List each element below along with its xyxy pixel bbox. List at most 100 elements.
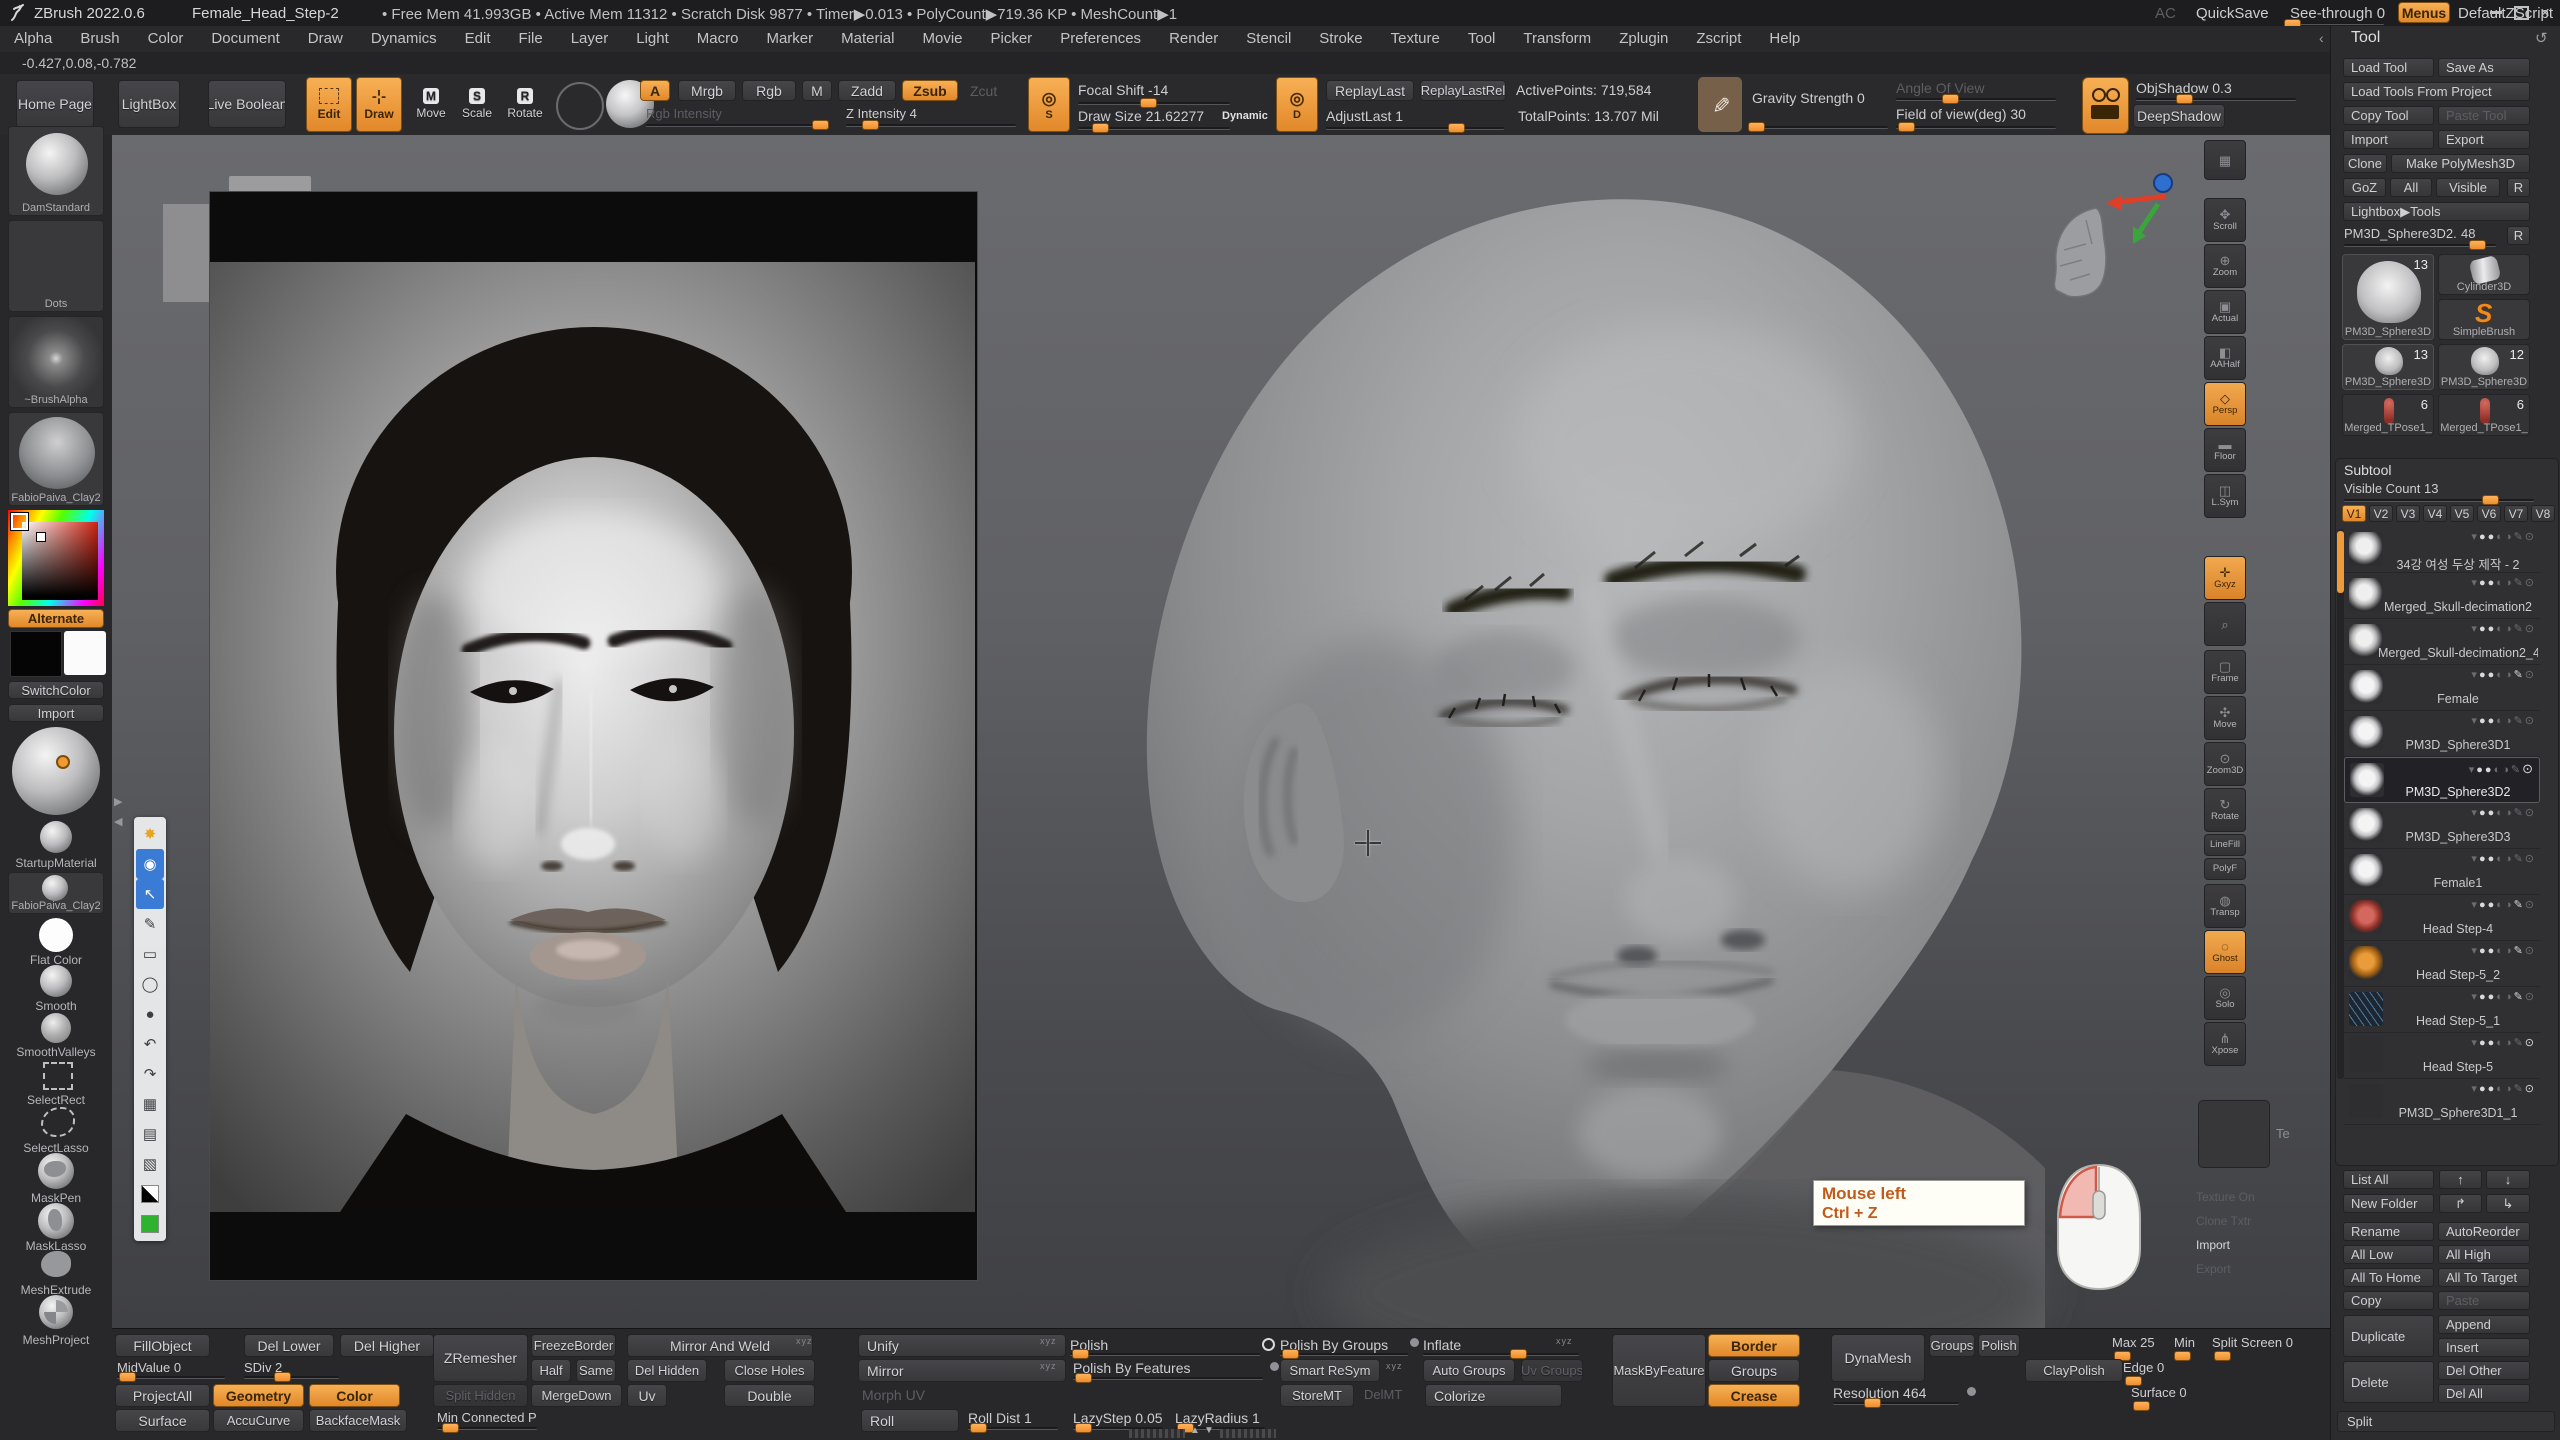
- adjust-last-track[interactable]: [1326, 127, 1504, 129]
- trash-icon[interactable]: ▦: [136, 1089, 164, 1119]
- zadd-button[interactable]: Zadd: [838, 80, 896, 101]
- dynamic-toggle[interactable]: Dynamic: [1222, 110, 1268, 122]
- lightbox-button[interactable]: LightBox: [118, 80, 180, 128]
- polish-track[interactable]: [1070, 1353, 1260, 1355]
- main-color-swatch[interactable]: [10, 631, 62, 677]
- folder-in-button[interactable]: ↳: [2486, 1194, 2530, 1213]
- menu-transform[interactable]: Transform: [1509, 26, 1605, 52]
- smart-resym-xyz[interactable]: xyz: [1386, 1361, 1403, 1371]
- rgb-intensity-handle[interactable]: [812, 120, 829, 130]
- color-picker-inner-handle[interactable]: [36, 532, 46, 542]
- mirror-button[interactable]: Mirror: [858, 1359, 1066, 1382]
- load-tool-button[interactable]: Load Tool: [2343, 58, 2434, 77]
- angle-of-view-handle[interactable]: [1942, 94, 1959, 104]
- subtool-scrollbar[interactable]: [2337, 529, 2344, 1079]
- mesh-project-brush[interactable]: [39, 1295, 73, 1329]
- all-to-home-button[interactable]: All To Home: [2343, 1268, 2434, 1287]
- copy-tool-button[interactable]: Copy Tool: [2343, 106, 2434, 125]
- secondary-color-swatch[interactable]: [64, 631, 106, 675]
- undo-icon[interactable]: ↶: [136, 1029, 164, 1059]
- goz-r-button[interactable]: R: [2507, 178, 2530, 197]
- mask-pen-brush[interactable]: [38, 1153, 74, 1189]
- pen-icon[interactable]: ✎: [136, 909, 164, 939]
- live-boolean-button[interactable]: Live Boolean: [208, 80, 286, 128]
- lightbox-tools-button[interactable]: Lightbox▶Tools: [2343, 202, 2530, 221]
- polish-by-features-toggle[interactable]: [1270, 1362, 1279, 1371]
- shelf-frame-button[interactable]: ▢Frame: [2204, 650, 2246, 694]
- gravity-pencil-icon[interactable]: ✎: [1698, 77, 1742, 132]
- panel-collapse-icon[interactable]: ‹: [2319, 30, 2324, 46]
- polish-by-features-handle[interactable]: [1075, 1373, 1092, 1383]
- import-button[interactable]: Import: [2343, 130, 2434, 149]
- move-button[interactable]: M Move: [410, 78, 452, 130]
- material2-slot[interactable]: FabioPaiva_Clay2: [8, 872, 104, 914]
- see-through-slider[interactable]: See-through 0: [2290, 5, 2385, 22]
- resolution-toggle[interactable]: [1967, 1387, 1976, 1396]
- texture-on-label[interactable]: Texture On: [2196, 1190, 2255, 1204]
- mask-lasso-brush[interactable]: [38, 1203, 74, 1239]
- texture-export-label[interactable]: Export: [2196, 1262, 2231, 1276]
- panel-reload-icon[interactable]: ↺: [2535, 29, 2548, 47]
- polish-by-features-track[interactable]: [1073, 1377, 1263, 1379]
- mask-by-feature-button[interactable]: MaskByFeature: [1612, 1334, 1706, 1407]
- startup-material-sphere[interactable]: [40, 821, 72, 853]
- groups-mask-button[interactable]: Groups: [1708, 1359, 1800, 1382]
- notes-icon[interactable]: ▧: [136, 1149, 164, 1179]
- uv-button[interactable]: Uv: [627, 1384, 667, 1407]
- unify-xyz[interactable]: xyz: [1040, 1336, 1057, 1346]
- menu-color[interactable]: Color: [134, 26, 198, 52]
- brush-slot[interactable]: DamStandard: [8, 126, 104, 216]
- subtool-item[interactable]: ▾●●◐◑✎⊙PM3D_Sphere3D3: [2344, 803, 2540, 849]
- texture-thumb-slot[interactable]: FabioPaiva_Clay2: [8, 412, 104, 506]
- backface-mask-button[interactable]: BackfaceMask: [309, 1409, 407, 1432]
- subtool-tab-v2[interactable]: V2: [2369, 505, 2393, 522]
- unify-button[interactable]: Unify: [858, 1334, 1066, 1357]
- half-button[interactable]: Half: [531, 1359, 571, 1382]
- replay-last-button[interactable]: ReplayLast: [1326, 80, 1414, 101]
- shelf-aahalf-button[interactable]: ◧AAHalf: [2204, 336, 2246, 380]
- angle-of-view-track[interactable]: [1896, 98, 2056, 100]
- resolution-handle[interactable]: [1864, 1398, 1881, 1408]
- visible-count-track[interactable]: [2344, 499, 2534, 501]
- subtool-tab-v4[interactable]: V4: [2423, 505, 2447, 522]
- rotate-button[interactable]: R Rotate: [502, 78, 548, 130]
- tray-scroll-down-icon[interactable]: ▼: [1204, 1425, 1214, 1436]
- subtool-title[interactable]: Subtool: [2344, 462, 2391, 478]
- color-button[interactable]: Color: [309, 1384, 400, 1407]
- polish-mode-toggle[interactable]: [1262, 1338, 1275, 1351]
- morph-uv-button[interactable]: Morph UV: [862, 1387, 925, 1403]
- field-of-view-track[interactable]: [1896, 126, 2056, 128]
- menu-document[interactable]: Document: [197, 26, 293, 52]
- texture-slot-icon[interactable]: [556, 82, 604, 130]
- subtool-item[interactable]: ▾●●◐◑✎⊙Head Step-5_1: [2344, 987, 2540, 1033]
- menu-marker[interactable]: Marker: [752, 26, 827, 52]
- all-high-button[interactable]: All High: [2438, 1245, 2530, 1264]
- shelf-linefill-button[interactable]: LineFill: [2204, 834, 2246, 856]
- mirror-and-weld-button[interactable]: Mirror And Weld: [627, 1334, 813, 1357]
- menu-macro[interactable]: Macro: [683, 26, 753, 52]
- load-tools-from-project-button[interactable]: Load Tools From Project: [2343, 82, 2530, 101]
- canvas-scroll-right-icon[interactable]: ▶: [114, 795, 122, 808]
- stroke-slot[interactable]: Dots: [8, 220, 104, 312]
- menu-brush[interactable]: Brush: [66, 26, 133, 52]
- subtool-tab-v5[interactable]: V5: [2450, 505, 2474, 522]
- subtool-tab-v7[interactable]: V7: [2504, 505, 2528, 522]
- split-screen-handle[interactable]: [2214, 1351, 2231, 1361]
- flat-color-sphere[interactable]: [39, 918, 73, 952]
- shelf-zoom-button[interactable]: ⊕Zoom: [2204, 244, 2246, 288]
- edit-button[interactable]: Edit: [306, 77, 352, 132]
- redo-icon[interactable]: ↷: [136, 1059, 164, 1089]
- subtool-item[interactable]: ▾●●◐◑✎⊙Head Step-5: [2344, 1033, 2540, 1079]
- tool-thumb-current[interactable]: 13 PM3D_Sphere3D: [2342, 254, 2434, 340]
- zremesher-button[interactable]: ZRemesher: [433, 1334, 528, 1382]
- goz-visible-button[interactable]: Visible: [2436, 178, 2500, 197]
- sculpt-head-model[interactable]: [985, 138, 2135, 1328]
- groups-button[interactable]: Groups: [1929, 1334, 1975, 1357]
- menu-preferences[interactable]: Preferences: [1046, 26, 1155, 52]
- cursor-icon[interactable]: ↖: [136, 879, 164, 909]
- home-page-button[interactable]: Home Page: [16, 80, 94, 128]
- green-swatch[interactable]: [136, 1209, 164, 1239]
- uv-groups-button[interactable]: Uv Groups: [1521, 1359, 1583, 1382]
- colorize-button[interactable]: Colorize: [1425, 1384, 1562, 1407]
- menu-help[interactable]: Help: [1755, 26, 1814, 52]
